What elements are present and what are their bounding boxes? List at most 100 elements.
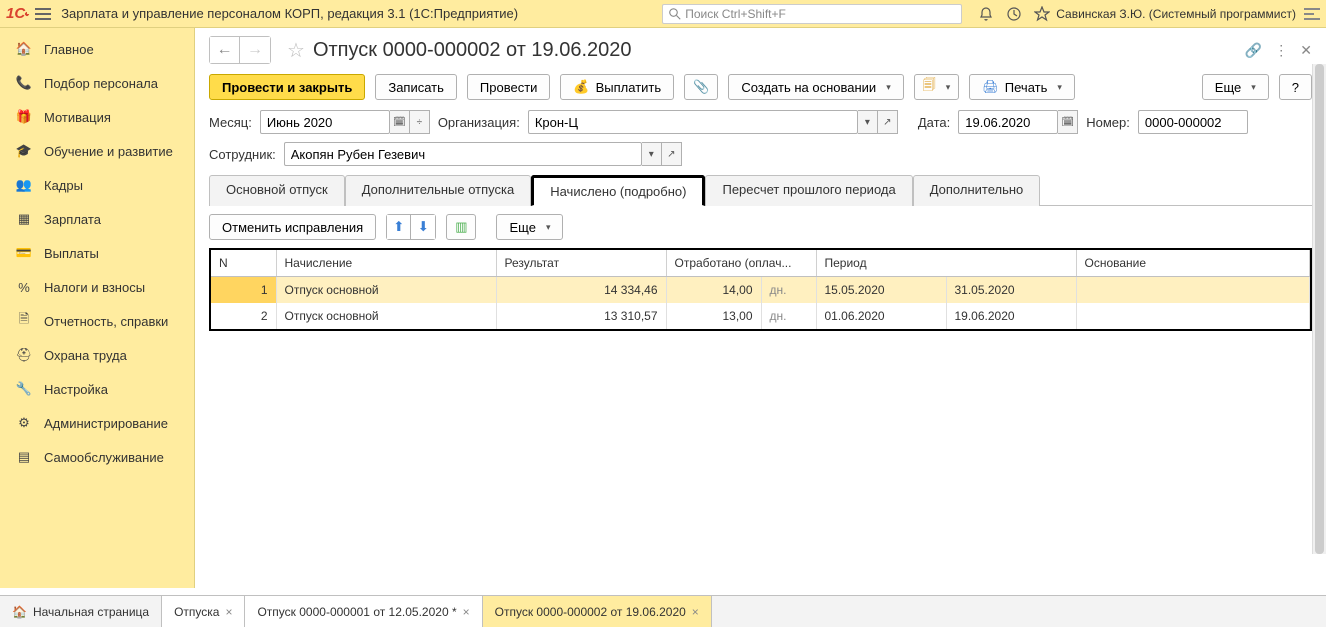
list-icon: ▤ <box>14 449 34 465</box>
grid-more-button[interactable]: Еще <box>496 214 563 240</box>
employee-input[interactable] <box>284 142 642 166</box>
wallet-icon: 💳 <box>14 245 34 261</box>
spinner-icon[interactable]: ÷ <box>410 110 430 134</box>
tab-additional[interactable]: Дополнительно <box>913 175 1041 206</box>
gear-icon: ⚙ <box>14 415 34 431</box>
favorite-star-icon[interactable]: ☆ <box>287 38 305 63</box>
money-icon: 💰 <box>573 79 589 95</box>
table-icon: ▦ <box>14 211 34 227</box>
nav-reports[interactable]: 🗎Отчетность, справки <box>0 304 194 338</box>
gift-icon: 🎁 <box>14 109 34 125</box>
percent-icon: % <box>14 280 34 295</box>
move-up-button[interactable]: ⬆ <box>387 215 411 239</box>
nav-recruit[interactable]: 📞Подбор персонала <box>0 66 194 100</box>
table-row[interactable]: 1 Отпуск основной 14 334,46 14,00 дн. 15… <box>211 277 1310 304</box>
helmet-icon: ⛑ <box>14 347 34 363</box>
help-button[interactable]: ? <box>1279 74 1312 100</box>
nav-main[interactable]: 🏠Главное <box>0 32 194 66</box>
nav-self[interactable]: ▤Самообслуживание <box>0 440 194 474</box>
home-icon: 🏠 <box>14 41 34 57</box>
calendar-icon[interactable]: 🗓 <box>1058 110 1078 134</box>
nav-salary[interactable]: ▦Зарплата <box>0 202 194 236</box>
nav-motiv[interactable]: 🎁Мотивация <box>0 100 194 134</box>
employee-label: Сотрудник: <box>209 147 276 162</box>
open-icon[interactable]: ↗ <box>878 110 898 134</box>
nav-settings[interactable]: 🔧Настройка <box>0 372 194 406</box>
col-result[interactable]: Результат <box>496 250 666 277</box>
tab-recalc[interactable]: Пересчет прошлого периода <box>705 175 912 206</box>
more-button[interactable]: Еще <box>1202 74 1269 100</box>
nav-hr[interactable]: 👥Кадры <box>0 168 194 202</box>
history-icon[interactable] <box>1006 6 1022 22</box>
link-icon[interactable]: 🔗 <box>1245 42 1262 59</box>
study-icon: 🎓 <box>14 143 34 159</box>
phone-icon: 📞 <box>14 75 34 91</box>
move-down-button[interactable]: ⬇ <box>411 215 435 239</box>
org-label: Организация: <box>438 115 520 130</box>
app-logo: 1C <box>6 5 29 22</box>
star-icon[interactable] <box>1034 6 1050 22</box>
tab-vacations[interactable]: Отпуска× <box>162 596 245 627</box>
month-input[interactable] <box>260 110 390 134</box>
sidebar: 🏠Главное 📞Подбор персонала 🎁Мотивация 🎓О… <box>0 28 195 588</box>
pay-button[interactable]: 💰Выплатить <box>560 74 674 100</box>
columns-button[interactable]: ▥ <box>446 214 476 240</box>
date-input[interactable] <box>958 110 1058 134</box>
kebab-icon[interactable]: ⋮ <box>1274 42 1288 59</box>
nav-admin[interactable]: ⚙Администрирование <box>0 406 194 440</box>
print-button[interactable]: 🖨Печать <box>969 74 1075 100</box>
nav-pay[interactable]: 💳Выплаты <box>0 236 194 270</box>
org-input[interactable] <box>528 110 858 134</box>
number-input[interactable] <box>1138 110 1248 134</box>
tab-accrued-detail[interactable]: Начислено (подробно) <box>531 175 705 206</box>
copy-button[interactable]: 🗐 <box>914 74 960 100</box>
clip-icon: 📎 <box>693 79 709 95</box>
menu-icon[interactable] <box>35 5 51 23</box>
tab-home[interactable]: 🏠Начальная страница <box>0 596 162 627</box>
col-n[interactable]: N <box>211 250 276 277</box>
panel-toggle-icon[interactable] <box>1304 7 1320 21</box>
scrollbar[interactable] <box>1312 64 1326 554</box>
close-icon[interactable]: × <box>692 605 699 619</box>
bell-icon[interactable] <box>978 6 994 22</box>
forward-button[interactable]: → <box>240 37 270 63</box>
col-accrual[interactable]: Начисление <box>276 250 496 277</box>
close-icon[interactable]: × <box>225 605 232 619</box>
nav-safety[interactable]: ⛑Охрана труда <box>0 338 194 372</box>
open-icon[interactable]: ↗ <box>662 142 682 166</box>
people-icon: 👥 <box>14 177 34 193</box>
post-button[interactable]: Провести <box>467 74 551 100</box>
attach-button[interactable]: 📎 <box>684 74 718 100</box>
tab-vacation-1[interactable]: Отпуск 0000-000001 от 12.05.2020 *× <box>245 596 482 627</box>
columns-icon: ▥ <box>455 219 467 235</box>
tab-extra-vacation[interactable]: Дополнительные отпуска <box>345 175 532 206</box>
date-label: Дата: <box>918 115 950 130</box>
col-period[interactable]: Период <box>816 250 1076 277</box>
col-basis[interactable]: Основание <box>1076 250 1310 277</box>
dropdown-icon[interactable]: ▾ <box>642 142 662 166</box>
accruals-grid: N Начисление Результат Отработано (оплач… <box>209 248 1312 331</box>
search-icon <box>669 8 681 20</box>
wrench-icon: 🔧 <box>14 381 34 397</box>
nav-tax[interactable]: %Налоги и взносы <box>0 270 194 304</box>
copy-icon: 🗐 <box>923 76 936 98</box>
user-label[interactable]: Савинская З.Ю. (Системный программист) <box>1056 7 1296 21</box>
create-based-button[interactable]: Создать на основании <box>728 74 903 100</box>
month-label: Месяц: <box>209 115 252 130</box>
save-button[interactable]: Записать <box>375 74 457 100</box>
dropdown-icon[interactable]: ▾ <box>858 110 878 134</box>
back-button[interactable]: ← <box>210 37 240 63</box>
nav-study[interactable]: 🎓Обучение и развитие <box>0 134 194 168</box>
tab-main-vacation[interactable]: Основной отпуск <box>209 175 345 206</box>
post-close-button[interactable]: Провести и закрыть <box>209 74 365 100</box>
close-icon[interactable]: ✕ <box>1300 42 1312 59</box>
col-worked[interactable]: Отработано (оплач... <box>666 250 816 277</box>
tab-vacation-2[interactable]: Отпуск 0000-000002 от 19.06.2020× <box>483 596 712 627</box>
table-row[interactable]: 2 Отпуск основной 13 310,57 13,00 дн. 01… <box>211 303 1310 329</box>
home-icon: 🏠 <box>12 605 27 619</box>
calendar-icon[interactable]: 🗓 <box>390 110 410 134</box>
close-icon[interactable]: × <box>463 605 470 619</box>
search-input[interactable]: Поиск Ctrl+Shift+F <box>662 4 962 24</box>
undo-corrections-button[interactable]: Отменить исправления <box>209 214 376 240</box>
printer-icon: 🖨 <box>982 79 999 95</box>
